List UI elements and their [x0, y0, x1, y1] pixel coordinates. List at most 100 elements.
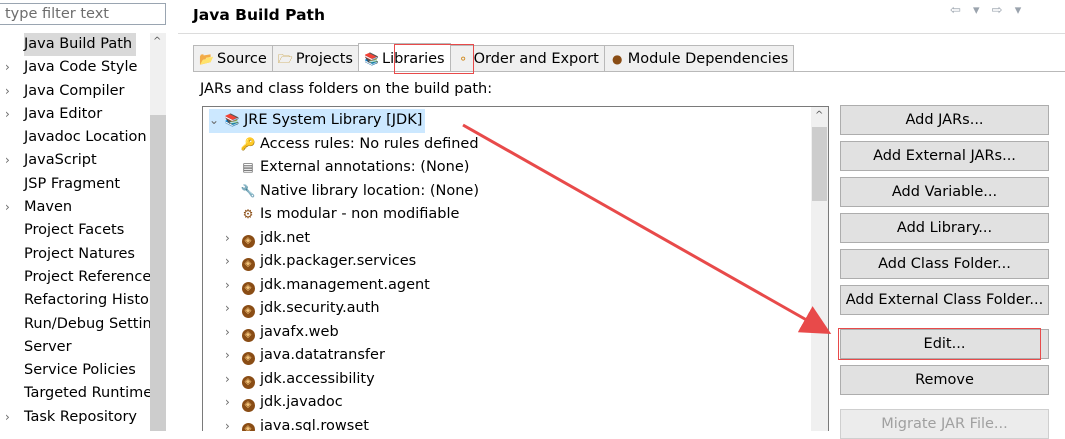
page-title: Java Build Path [193, 6, 325, 24]
chevron-right-icon[interactable]: › [5, 80, 17, 103]
module-icon: ◈ [239, 368, 257, 392]
scroll-up-arrow-icon[interactable]: ^ [153, 36, 161, 47]
tree-row[interactable]: › ◈ jdk.packager.services [225, 250, 416, 274]
chevron-right-icon[interactable]: › [5, 103, 17, 126]
tree-row-label: jdk.packager.services [260, 253, 417, 269]
tree-row[interactable]: › ◈ jdk.javadoc [225, 391, 343, 415]
nav-item[interactable]: Project Facets [0, 219, 150, 242]
chevron-right-icon[interactable]: › [5, 196, 17, 219]
tab-source[interactable]: 📂 Source [193, 45, 273, 72]
add-class-folder-button[interactable]: Add Class Folder... [840, 249, 1049, 279]
nav-scrollbar[interactable]: ^ [150, 33, 166, 431]
chevron-right-icon[interactable]: › [5, 406, 17, 429]
chevron-right-icon[interactable]: › [225, 250, 239, 274]
nav-item-label: Task Repository [24, 408, 138, 425]
scroll-up-arrow-icon[interactable]: ^ [815, 110, 823, 121]
filter-input[interactable] [0, 3, 166, 25]
nav-item[interactable]: Javadoc Location [0, 126, 150, 149]
tab-icon: 📂 [199, 52, 214, 66]
chevron-right-icon[interactable]: › [5, 56, 17, 79]
module-icon: ◈ [239, 415, 257, 431]
tab-order-and-export[interactable]: ⚬ Order and Export [449, 45, 605, 72]
nav-item[interactable]: Service Policies [0, 359, 150, 382]
nav-item[interactable]: Server [0, 336, 150, 359]
module-icon: ◈ [239, 227, 257, 251]
nav-item[interactable]: Project Natures [0, 243, 150, 266]
nav-item[interactable]: › Java Compiler [0, 80, 150, 103]
tree-row[interactable]: ⌄ 📚 JRE System Library [JDK] [209, 109, 426, 133]
tree-row[interactable]: › ◈ jdk.management.agent [225, 274, 430, 298]
tab-label: Projects [295, 51, 353, 67]
modular-icon: ⚙ [242, 207, 254, 221]
tree-row-label: java.datatransfer [260, 347, 385, 363]
nav-item[interactable]: Run/Debug Settings [0, 313, 150, 336]
nav-item[interactable]: › Java Code Style [0, 56, 150, 79]
add-variable-button[interactable]: Add Variable... [840, 177, 1049, 207]
tab-projects[interactable]: 🗁 Projects [271, 45, 359, 72]
tree-row[interactable]: › ◈ jdk.accessibility [225, 368, 375, 392]
nav-item-label: Maven [24, 199, 73, 216]
tree-row[interactable]: ▤ External annotations: (None) [225, 156, 469, 180]
library-icon: 📚 [224, 113, 240, 127]
tree-row-label: Access rules: No rules defined [260, 135, 479, 152]
module-icon: ◈ [239, 321, 257, 345]
add-library-button[interactable]: Add Library... [840, 213, 1049, 243]
history-navigation-icon[interactable]: ⇦ ▾ ⇨ ▾ [950, 3, 1025, 18]
nav-scrollbar-thumb[interactable] [150, 115, 166, 431]
chevron-down-icon[interactable]: ⌄ [209, 109, 223, 133]
tree-row[interactable]: › ◈ javafx.web [225, 321, 339, 345]
tree-scrollbar[interactable]: ^ [811, 107, 828, 431]
nav-item[interactable]: Project References [0, 266, 150, 289]
edit-button[interactable]: Edit... [840, 329, 1049, 359]
nav-item[interactable]: › Task Repository [0, 406, 150, 429]
migrate-jar-file-button[interactable]: Migrate JAR File... [840, 409, 1049, 439]
tab-bar: 📂 Source 🗁 Projects 📚 Libraries ⚬ Order and Exp… [193, 43, 795, 72]
nav-item-label: Refactoring History [24, 292, 150, 309]
nav-item[interactable]: › Java Editor [0, 103, 150, 126]
module-icon: ◈ [239, 250, 257, 274]
nav-item-label: Service Policies [24, 362, 136, 379]
chevron-right-icon[interactable]: › [225, 344, 239, 368]
tree-row[interactable]: 🔑 Access rules: No rules defined [225, 133, 479, 157]
tab-label: Module Dependencies [627, 51, 789, 67]
module-icon: ◈ [239, 391, 257, 415]
chevron-right-icon[interactable]: › [225, 391, 239, 415]
chevron-right-icon[interactable]: › [225, 297, 239, 321]
add-jars-button[interactable]: Add JARs... [840, 105, 1049, 135]
nav-item[interactable]: Java Build Path [0, 33, 150, 57]
tree-row[interactable]: › ◈ java.sql.rowset [225, 415, 369, 432]
chevron-right-icon[interactable]: › [225, 321, 239, 345]
remove-button[interactable]: Remove [840, 365, 1049, 395]
chevron-right-icon[interactable]: › [5, 149, 17, 172]
libraries-tree[interactable]: ⌄ 📚 JRE System Library [JDK] 🔑 Access rules:… [202, 106, 829, 431]
nav-item[interactable]: › JavaScript [0, 149, 150, 172]
chevron-right-icon[interactable]: › [225, 368, 239, 392]
preferences-nav-panel: Java Build Path › Java Code Style › Java Com… [0, 0, 172, 431]
tree-row[interactable]: › ◈ jdk.security.auth [225, 297, 380, 321]
tab-module-dependencies[interactable]: ● Module Dependencies [603, 45, 795, 72]
chevron-right-icon[interactable]: › [225, 415, 239, 432]
tree-row[interactable]: › ◈ jdk.net [225, 227, 310, 251]
tree-row[interactable]: 🔧 Native library location: (None) [225, 180, 479, 204]
tab-label: Source [217, 51, 267, 67]
nav-item-label: Project References [24, 268, 150, 285]
nav-item-label: Targeted Runtimes [24, 385, 150, 402]
nav-item[interactable]: › Maven [0, 196, 150, 219]
tab-libraries[interactable]: 📚 Libraries [357, 43, 451, 72]
tree-scrollbar-thumb[interactable] [812, 127, 827, 201]
module-icon: ◈ [239, 274, 257, 298]
nav-item-label: Java Code Style [24, 59, 138, 76]
add-external-jars-button[interactable]: Add External JARs... [840, 141, 1049, 171]
build-path-label: JARs and class folders on the build path… [200, 81, 493, 97]
add-external-class-folder-button[interactable]: Add External Class Folder... [840, 285, 1049, 315]
nav-item[interactable]: Targeted Runtimes [0, 382, 150, 405]
tree-row[interactable]: › ◈ java.datatransfer [225, 344, 385, 368]
chevron-right-icon[interactable]: › [225, 274, 239, 298]
tree-row[interactable]: ⚙ Is modular - non modifiable [225, 203, 460, 227]
nav-item[interactable]: JSP Fragment [0, 173, 150, 196]
tab-icon: ⚬ [458, 52, 469, 66]
chevron-right-icon[interactable]: › [225, 227, 239, 251]
tree-row-label: Native library location: (None) [260, 182, 479, 199]
nav-item[interactable]: Refactoring History [0, 289, 150, 312]
tree-row-label: jdk.accessibility [260, 370, 375, 387]
